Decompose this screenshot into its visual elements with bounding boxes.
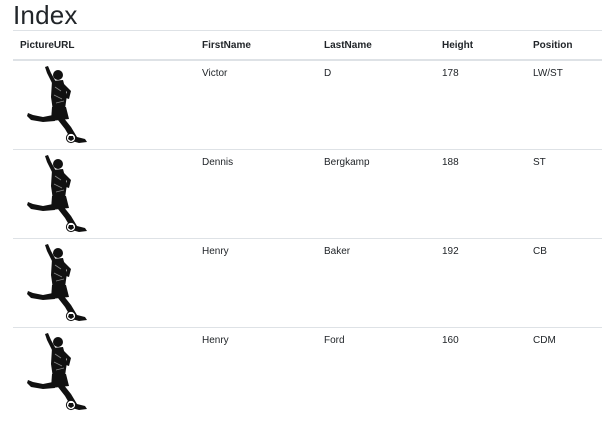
column-header-firstname: FirstName [195, 30, 317, 61]
first-name-cell: Henry [195, 238, 317, 328]
soccer-player-icon [26, 332, 88, 411]
table-header-row: PictureURL FirstName LastName Height Pos… [13, 30, 602, 61]
picture-cell [13, 149, 195, 239]
column-header-pictureurl: PictureURL [13, 30, 195, 61]
last-name-cell: Ford [317, 327, 435, 416]
first-name-cell: Henry [195, 327, 317, 416]
picture-cell [13, 238, 195, 328]
position-cell: CDM [526, 327, 602, 416]
soccer-player-icon [26, 65, 88, 144]
soccer-player-icon [26, 154, 88, 233]
height-cell: 160 [435, 327, 526, 416]
column-header-position: Position [526, 30, 602, 61]
height-cell: 178 [442, 68, 459, 79]
soccer-player-icon [26, 243, 88, 322]
position-cell: CB [526, 238, 602, 328]
height-cell: 192 [435, 238, 526, 328]
position-cell: LW/ST [533, 68, 563, 79]
last-name-cell: Baker [317, 238, 435, 328]
position-cell: ST [526, 149, 602, 239]
last-name-cell: Bergkamp [317, 149, 435, 239]
picture-cell [13, 60, 195, 150]
height-cell: 188 [435, 149, 526, 239]
table-row: Henry Baker 192 CB [13, 238, 602, 328]
first-name-cell: Dennis [195, 149, 317, 239]
column-header-height: Height [435, 30, 526, 61]
first-name-cell: Victor [202, 68, 228, 79]
players-table: PictureURL FirstName LastName Height Pos… [13, 30, 602, 416]
table-row: Dennis Bergkamp 188 ST [13, 149, 602, 239]
page-title: Index [13, 0, 78, 30]
picture-cell [13, 327, 195, 416]
table-row: Victor D 178 LW/ST [13, 60, 602, 150]
page: Index PictureURL FirstName LastName Heig… [13, 0, 602, 416]
last-name-cell: D [324, 68, 332, 79]
column-header-lastname: LastName [317, 30, 435, 61]
table-row: Henry Ford 160 CDM [13, 327, 602, 416]
